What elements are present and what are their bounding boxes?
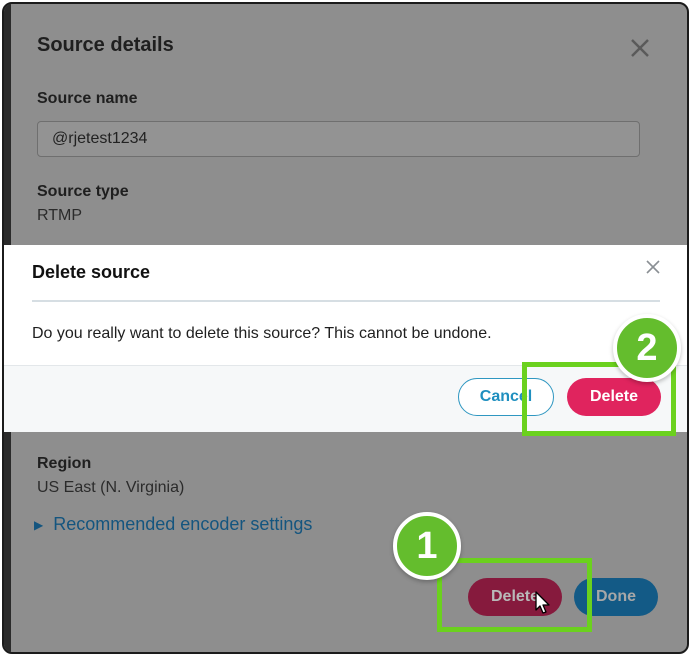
screenshot-frame: Source details Source name Source type R…	[2, 2, 689, 654]
source-type-value: RTMP	[37, 207, 83, 224]
panel-title: Source details	[37, 34, 174, 56]
source-type-label: Source type	[37, 183, 129, 200]
caret-right-icon: ▶	[34, 517, 44, 532]
dialog-title: Delete source	[32, 262, 151, 282]
encoder-settings-label: Recommended encoder settings	[53, 514, 313, 534]
region-label: Region	[37, 455, 92, 472]
encoder-settings-link[interactable]: ▶ Recommended encoder settings	[34, 514, 312, 535]
close-icon[interactable]	[646, 260, 660, 274]
source-name-input[interactable]	[37, 121, 640, 157]
source-name-label: Source name	[37, 90, 138, 107]
step-2-badge: 2	[613, 314, 681, 382]
step-1-badge: 1	[393, 512, 461, 580]
step-1-highlight	[437, 558, 592, 632]
close-icon[interactable]	[626, 34, 654, 62]
dialog-message: Do you really want to delete this source…	[32, 325, 492, 342]
dialog-divider	[32, 300, 660, 302]
region-value: US East (N. Virginia)	[37, 479, 185, 496]
